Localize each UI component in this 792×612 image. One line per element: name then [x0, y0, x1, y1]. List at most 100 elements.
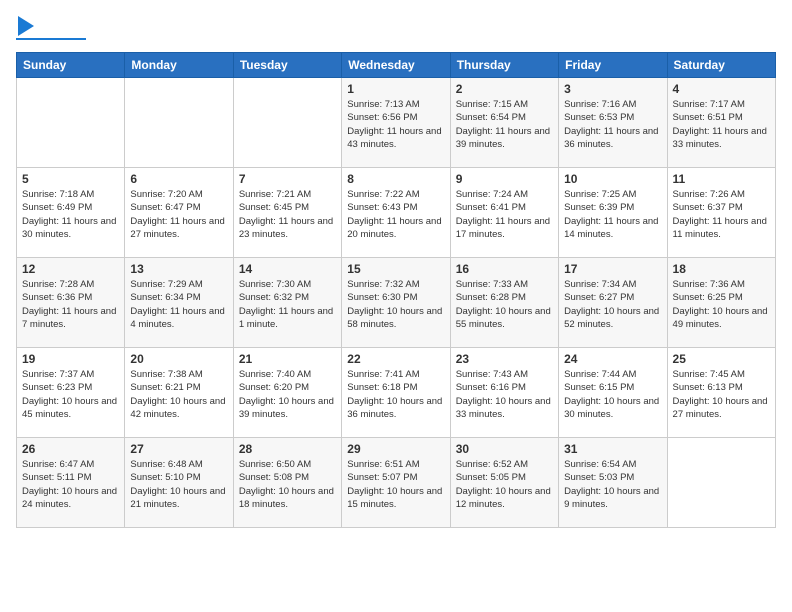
cell-content: Sunrise: 7:30 AM Sunset: 6:32 PM Dayligh…	[239, 278, 336, 331]
cell-content: Sunrise: 7:16 AM Sunset: 6:53 PM Dayligh…	[564, 98, 661, 151]
calendar-cell: 3 Sunrise: 7:16 AM Sunset: 6:53 PM Daylig…	[559, 78, 667, 168]
col-header-monday: Monday	[125, 53, 233, 78]
calendar-cell: 28 Sunrise: 6:50 AM Sunset: 5:08 PM Dayli…	[233, 438, 341, 528]
calendar-cell: 15 Sunrise: 7:32 AM Sunset: 6:30 PM Dayli…	[342, 258, 450, 348]
calendar-cell	[17, 78, 125, 168]
calendar-cell: 31 Sunrise: 6:54 AM Sunset: 5:03 PM Dayli…	[559, 438, 667, 528]
cell-content: Sunrise: 7:17 AM Sunset: 6:51 PM Dayligh…	[673, 98, 770, 151]
calendar-cell: 24 Sunrise: 7:44 AM Sunset: 6:15 PM Dayli…	[559, 348, 667, 438]
calendar-cell: 2 Sunrise: 7:15 AM Sunset: 6:54 PM Daylig…	[450, 78, 558, 168]
calendar-cell: 16 Sunrise: 7:33 AM Sunset: 6:28 PM Dayli…	[450, 258, 558, 348]
calendar-cell	[667, 438, 775, 528]
day-number: 1	[347, 82, 444, 96]
day-number: 4	[673, 82, 770, 96]
day-number: 27	[130, 442, 227, 456]
calendar-cell: 4 Sunrise: 7:17 AM Sunset: 6:51 PM Daylig…	[667, 78, 775, 168]
calendar-cell: 7 Sunrise: 7:21 AM Sunset: 6:45 PM Daylig…	[233, 168, 341, 258]
calendar-table: SundayMondayTuesdayWednesdayThursdayFrid…	[16, 52, 776, 528]
day-number: 23	[456, 352, 553, 366]
calendar-cell: 29 Sunrise: 6:51 AM Sunset: 5:07 PM Dayli…	[342, 438, 450, 528]
cell-content: Sunrise: 7:37 AM Sunset: 6:23 PM Dayligh…	[22, 368, 119, 421]
col-header-tuesday: Tuesday	[233, 53, 341, 78]
day-number: 16	[456, 262, 553, 276]
cell-content: Sunrise: 7:24 AM Sunset: 6:41 PM Dayligh…	[456, 188, 553, 241]
calendar-cell: 5 Sunrise: 7:18 AM Sunset: 6:49 PM Daylig…	[17, 168, 125, 258]
cell-content: Sunrise: 6:47 AM Sunset: 5:11 PM Dayligh…	[22, 458, 119, 511]
cell-content: Sunrise: 7:20 AM Sunset: 6:47 PM Dayligh…	[130, 188, 227, 241]
calendar-cell: 27Sunrise: 6:48 AM Sunset: 5:10 PM Dayli…	[125, 438, 233, 528]
day-number: 11	[673, 172, 770, 186]
day-number: 22	[347, 352, 444, 366]
cell-content: Sunrise: 6:54 AM Sunset: 5:03 PM Dayligh…	[564, 458, 661, 511]
day-number: 18	[673, 262, 770, 276]
cell-content: Sunrise: 7:45 AM Sunset: 6:13 PM Dayligh…	[673, 368, 770, 421]
cell-content: Sunrise: 7:21 AM Sunset: 6:45 PM Dayligh…	[239, 188, 336, 241]
calendar-cell: 9 Sunrise: 7:24 AM Sunset: 6:41 PM Daylig…	[450, 168, 558, 258]
day-number: 7	[239, 172, 336, 186]
day-number: 15	[347, 262, 444, 276]
calendar-cell: 17 Sunrise: 7:34 AM Sunset: 6:27 PM Dayli…	[559, 258, 667, 348]
day-number: 14	[239, 262, 336, 276]
col-header-friday: Friday	[559, 53, 667, 78]
calendar-cell: 18 Sunrise: 7:36 AM Sunset: 6:25 PM Dayli…	[667, 258, 775, 348]
cell-content: Sunrise: 7:40 AM Sunset: 6:20 PM Dayligh…	[239, 368, 336, 421]
calendar-cell: 1 Sunrise: 7:13 AM Sunset: 6:56 PM Daylig…	[342, 78, 450, 168]
day-number: 3	[564, 82, 661, 96]
day-number: 29	[347, 442, 444, 456]
day-number: 19	[22, 352, 119, 366]
calendar-cell: 12 Sunrise: 7:28 AM Sunset: 6:36 PM Dayli…	[17, 258, 125, 348]
col-header-saturday: Saturday	[667, 53, 775, 78]
day-number: 8	[347, 172, 444, 186]
cell-content: Sunrise: 7:36 AM Sunset: 6:25 PM Dayligh…	[673, 278, 770, 331]
calendar-cell: 8 Sunrise: 7:22 AM Sunset: 6:43 PM Daylig…	[342, 168, 450, 258]
day-number: 9	[456, 172, 553, 186]
cell-content: Sunrise: 7:34 AM Sunset: 6:27 PM Dayligh…	[564, 278, 661, 331]
day-number: 24	[564, 352, 661, 366]
cell-content: Sunrise: 7:22 AM Sunset: 6:43 PM Dayligh…	[347, 188, 444, 241]
calendar-cell: 14 Sunrise: 7:30 AM Sunset: 6:32 PM Dayli…	[233, 258, 341, 348]
calendar-cell: 21 Sunrise: 7:40 AM Sunset: 6:20 PM Dayli…	[233, 348, 341, 438]
col-header-thursday: Thursday	[450, 53, 558, 78]
page-header	[16, 16, 776, 40]
day-number: 20	[130, 352, 227, 366]
day-number: 6	[130, 172, 227, 186]
day-number: 13	[130, 262, 227, 276]
cell-content: Sunrise: 6:52 AM Sunset: 5:05 PM Dayligh…	[456, 458, 553, 511]
cell-content: Sunrise: 7:41 AM Sunset: 6:18 PM Dayligh…	[347, 368, 444, 421]
day-number: 2	[456, 82, 553, 96]
cell-content: Sunrise: 7:43 AM Sunset: 6:16 PM Dayligh…	[456, 368, 553, 421]
day-number: 10	[564, 172, 661, 186]
cell-content: Sunrise: 7:13 AM Sunset: 6:56 PM Dayligh…	[347, 98, 444, 151]
cell-content: Sunrise: 7:38 AM Sunset: 6:21 PM Dayligh…	[130, 368, 227, 421]
cell-content: Sunrise: 7:29 AM Sunset: 6:34 PM Dayligh…	[130, 278, 227, 331]
day-number: 5	[22, 172, 119, 186]
cell-content: Sunrise: 7:15 AM Sunset: 6:54 PM Dayligh…	[456, 98, 553, 151]
calendar-cell	[125, 78, 233, 168]
calendar-cell: 6 Sunrise: 7:20 AM Sunset: 6:47 PM Daylig…	[125, 168, 233, 258]
cell-content: Sunrise: 7:44 AM Sunset: 6:15 PM Dayligh…	[564, 368, 661, 421]
cell-content: Sunrise: 7:33 AM Sunset: 6:28 PM Dayligh…	[456, 278, 553, 331]
day-number: 25	[673, 352, 770, 366]
logo	[16, 16, 86, 40]
cell-content: Sunrise: 6:51 AM Sunset: 5:07 PM Dayligh…	[347, 458, 444, 511]
day-number: 26	[22, 442, 119, 456]
col-header-wednesday: Wednesday	[342, 53, 450, 78]
day-number: 12	[22, 262, 119, 276]
cell-content: Sunrise: 7:26 AM Sunset: 6:37 PM Dayligh…	[673, 188, 770, 241]
day-number: 21	[239, 352, 336, 366]
day-number: 17	[564, 262, 661, 276]
cell-content: Sunrise: 7:28 AM Sunset: 6:36 PM Dayligh…	[22, 278, 119, 331]
cell-content: Sunrise: 7:32 AM Sunset: 6:30 PM Dayligh…	[347, 278, 444, 331]
calendar-cell	[233, 78, 341, 168]
cell-content: Sunrise: 6:50 AM Sunset: 5:08 PM Dayligh…	[239, 458, 336, 511]
day-number: 31	[564, 442, 661, 456]
calendar-cell: 11 Sunrise: 7:26 AM Sunset: 6:37 PM Dayli…	[667, 168, 775, 258]
logo-arrow-icon	[18, 16, 34, 36]
calendar-cell: 19 Sunrise: 7:37 AM Sunset: 6:23 PM Dayli…	[17, 348, 125, 438]
cell-content: Sunrise: 7:25 AM Sunset: 6:39 PM Dayligh…	[564, 188, 661, 241]
calendar-cell: 30Sunrise: 6:52 AM Sunset: 5:05 PM Dayli…	[450, 438, 558, 528]
col-header-sunday: Sunday	[17, 53, 125, 78]
cell-content: Sunrise: 7:18 AM Sunset: 6:49 PM Dayligh…	[22, 188, 119, 241]
calendar-cell: 25 Sunrise: 7:45 AM Sunset: 6:13 PM Dayli…	[667, 348, 775, 438]
day-number: 28	[239, 442, 336, 456]
